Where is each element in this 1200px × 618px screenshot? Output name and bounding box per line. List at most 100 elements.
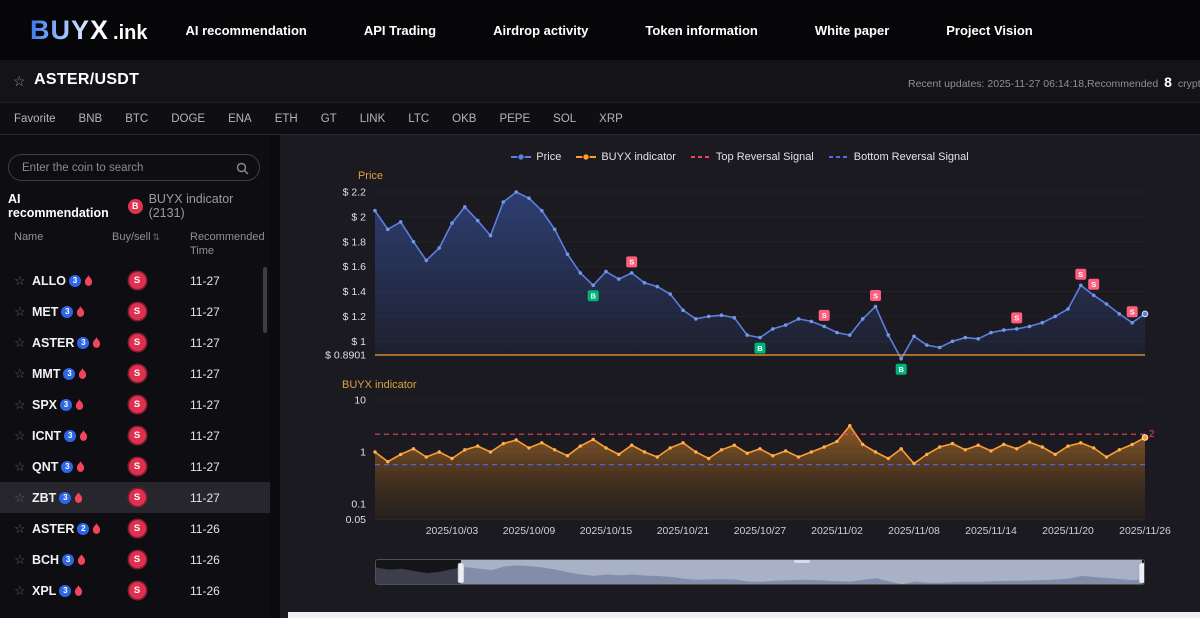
tab-gt[interactable]: GT bbox=[321, 113, 337, 125]
star-icon[interactable]: ☆ bbox=[14, 552, 32, 568]
tab-sol[interactable]: SOL bbox=[553, 113, 576, 125]
svg-text:2025/11/26: 2025/11/26 bbox=[1119, 525, 1171, 537]
signal-badge: S bbox=[129, 582, 146, 599]
nav-item-white-paper[interactable]: White paper bbox=[815, 23, 889, 38]
star-icon[interactable]: ☆ bbox=[14, 583, 32, 599]
tab-bnb[interactable]: BNB bbox=[79, 113, 103, 125]
recent-updates-text: Recent updates: 2025-11-27 06:14:18,Reco… bbox=[908, 74, 1200, 90]
star-icon[interactable]: ☆ bbox=[14, 428, 32, 444]
slider-left-handle[interactable] bbox=[458, 563, 464, 583]
count-badge: 3 bbox=[61, 461, 73, 473]
svg-text:S: S bbox=[822, 311, 827, 320]
flame-icon bbox=[78, 368, 87, 379]
star-icon[interactable]: ☆ bbox=[14, 490, 32, 506]
price-and-indicator-chart: BBBSSSSSSS2PriceBUYX indicator$ 2.2$ 2$ … bbox=[280, 135, 1200, 555]
coin-name-cell: ALLO3 bbox=[32, 274, 112, 288]
svg-text:$ 2: $ 2 bbox=[351, 211, 366, 223]
updates-prefix: Recent updates: 2025-11-27 06:14:18,Reco… bbox=[908, 78, 1158, 90]
svg-text:2025/10/15: 2025/10/15 bbox=[580, 525, 633, 537]
svg-text:$ 1.6: $ 1.6 bbox=[343, 261, 367, 273]
ai-recommendation-label: AI recommendation bbox=[8, 192, 122, 220]
count-badge: 3 bbox=[63, 368, 75, 380]
slider-right-handle[interactable] bbox=[1139, 563, 1145, 583]
legend-bottom-reversal-signal[interactable]: Bottom Reversal Signal bbox=[829, 148, 969, 166]
svg-text:S: S bbox=[1091, 280, 1096, 289]
star-icon[interactable]: ☆ bbox=[14, 521, 32, 537]
svg-text:$ 2.2: $ 2.2 bbox=[343, 187, 367, 199]
sidebar-scrollbar[interactable] bbox=[263, 267, 267, 333]
tab-ena[interactable]: ENA bbox=[228, 113, 252, 125]
next-section-edge bbox=[288, 612, 1200, 618]
coin-name-cell: ASTER2 bbox=[32, 522, 112, 536]
svg-text:$ 0.8901: $ 0.8901 bbox=[325, 350, 366, 362]
legend-top-reversal-signal[interactable]: Top Reversal Signal bbox=[691, 148, 814, 166]
recommended-time: 11-27 bbox=[162, 305, 262, 319]
svg-text:$ 1.2: $ 1.2 bbox=[343, 311, 367, 323]
nav-item-airdrop-activity[interactable]: Airdrop activity bbox=[493, 23, 588, 38]
coin-name-cell: QNT3 bbox=[32, 460, 112, 474]
pair-favorite-star-icon[interactable]: ☆ bbox=[13, 73, 26, 90]
tab-link[interactable]: LINK bbox=[360, 113, 386, 125]
updates-suffix: cryptocurre bbox=[1178, 78, 1200, 90]
logo[interactable]: BUYX .ink bbox=[30, 15, 147, 46]
star-icon[interactable]: ☆ bbox=[14, 366, 32, 382]
svg-text:S: S bbox=[1130, 308, 1135, 317]
col-buysell[interactable]: Buy/sell⇅ bbox=[112, 231, 164, 259]
signal-badge: S bbox=[129, 427, 146, 444]
table-row[interactable]: ☆ALLO3S11-27 bbox=[0, 265, 270, 296]
signal-badge: S bbox=[129, 520, 146, 537]
nav-item-api-trading[interactable]: API Trading bbox=[364, 23, 436, 38]
table-row[interactable]: ☆QNT3S11-27 bbox=[0, 451, 270, 482]
star-icon[interactable]: ☆ bbox=[14, 304, 32, 320]
table-row[interactable]: ☆MMT3S11-27 bbox=[0, 358, 270, 389]
count-badge: 3 bbox=[59, 585, 71, 597]
chart-panel: Price BUYX indicator Top Reversal Signal Bo… bbox=[280, 135, 1200, 618]
tab-ltc[interactable]: LTC bbox=[408, 113, 429, 125]
signal-cell: S bbox=[112, 582, 162, 599]
flame-icon bbox=[79, 430, 88, 441]
signal-cell: S bbox=[112, 303, 162, 320]
legend-buyx-indicator[interactable]: BUYX indicator bbox=[576, 148, 676, 166]
datazoom-slider[interactable] bbox=[375, 559, 1145, 585]
pair-header-bar: ☆ ASTER/USDT Recent updates: 2025-11-27 … bbox=[0, 60, 1200, 103]
table-row[interactable]: ☆ZBT3S11-27 bbox=[0, 482, 270, 513]
table-row[interactable]: ☆BCH3S11-26 bbox=[0, 544, 270, 575]
table-row[interactable]: ☆SPX3S11-27 bbox=[0, 389, 270, 420]
coin-name: ZBT bbox=[32, 491, 56, 505]
search-icon[interactable] bbox=[236, 162, 249, 175]
table-row[interactable]: ☆ASTER3S11-27 bbox=[0, 327, 270, 358]
star-icon[interactable]: ☆ bbox=[14, 459, 32, 475]
signal-badge: S bbox=[129, 365, 146, 382]
col-recommended-time[interactable]: Recommended Time bbox=[164, 231, 264, 259]
tab-eth[interactable]: ETH bbox=[275, 113, 298, 125]
table-row[interactable]: ☆ICNT3S11-27 bbox=[0, 420, 270, 451]
table-row[interactable]: ☆MET3S11-27 bbox=[0, 296, 270, 327]
tab-doge[interactable]: DOGE bbox=[171, 113, 205, 125]
nav-item-ai-recommendation[interactable]: AI recommendation bbox=[185, 23, 306, 38]
svg-text:2025/10/21: 2025/10/21 bbox=[657, 525, 710, 537]
star-icon[interactable]: ☆ bbox=[14, 335, 32, 351]
slider-move-handle[interactable] bbox=[794, 560, 810, 563]
tab-pepe[interactable]: PEPE bbox=[499, 113, 530, 125]
flame-icon bbox=[92, 523, 101, 534]
star-icon[interactable]: ☆ bbox=[14, 273, 32, 289]
search-input[interactable] bbox=[9, 155, 259, 180]
coin-signal-list: ☆ALLO3S11-27☆MET3S11-27☆ASTER3S11-27☆MMT… bbox=[0, 265, 270, 606]
tab-okb[interactable]: OKB bbox=[452, 113, 476, 125]
star-icon[interactable]: ☆ bbox=[14, 397, 32, 413]
nav-item-project-vision[interactable]: Project Vision bbox=[946, 23, 1032, 38]
tab-xrp[interactable]: XRP bbox=[599, 113, 623, 125]
tab-favorite[interactable]: Favorite bbox=[14, 113, 56, 125]
sidebar: AI recommendation B BUYX indicator (2131… bbox=[0, 135, 270, 618]
nav-item-token-information[interactable]: Token information bbox=[645, 23, 757, 38]
sort-icon[interactable]: ⇅ bbox=[153, 232, 161, 242]
table-row[interactable]: ☆ASTER2S11-26 bbox=[0, 513, 270, 544]
signal-badge: S bbox=[129, 489, 146, 506]
legend-price[interactable]: Price bbox=[511, 148, 561, 166]
table-row[interactable]: ☆XPL3S11-26 bbox=[0, 575, 270, 606]
tab-btc[interactable]: BTC bbox=[125, 113, 148, 125]
svg-text:B: B bbox=[898, 365, 904, 374]
col-name: Name bbox=[14, 231, 112, 259]
signal-cell: S bbox=[112, 427, 162, 444]
buyx-indicator-glyph-icon bbox=[576, 148, 596, 166]
